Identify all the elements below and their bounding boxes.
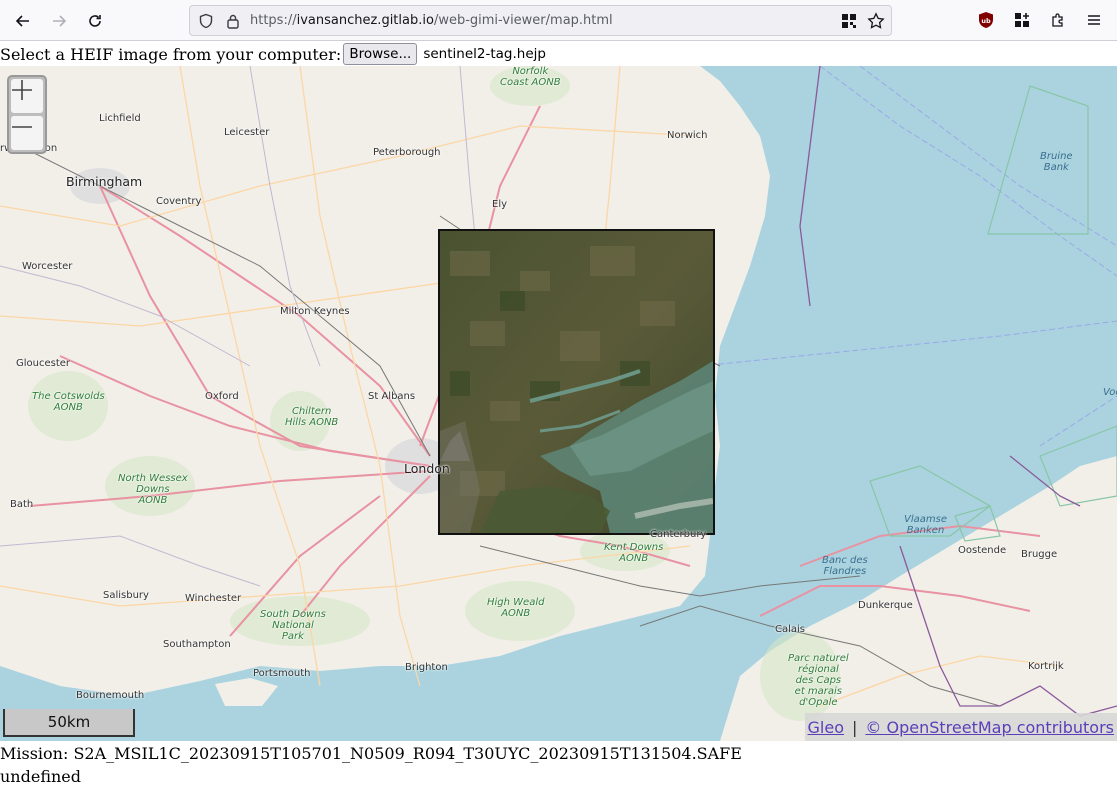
- extra-info: undefined: [0, 767, 82, 786]
- map-viewport[interactable]: Lichfield Leicester Peterborough Norwich…: [0, 66, 1117, 741]
- url-bar[interactable]: https://ivansanchez.gitlab.io/web-gimi-v…: [189, 5, 892, 36]
- place-label: Norwich: [667, 130, 708, 141]
- sea-label: Voo: [1103, 387, 1117, 398]
- place-label: Worcester: [22, 261, 73, 272]
- lock-icon[interactable]: [223, 11, 243, 31]
- ublock-origin-icon[interactable]: ub: [975, 9, 997, 31]
- zoom-control: [7, 75, 47, 154]
- area-label: The Cotswolds AONB: [32, 391, 105, 413]
- place-label: Oostende: [958, 545, 1007, 556]
- svg-text:ub: ub: [981, 17, 991, 25]
- reload-icon[interactable]: [80, 6, 110, 36]
- url-path: /web-gimi-viewer/map.html: [433, 13, 613, 28]
- zoom-in-button[interactable]: [11, 79, 43, 113]
- star-icon[interactable]: [866, 11, 886, 31]
- plus-icon: [12, 80, 32, 100]
- place-label: Bournemouth: [76, 690, 145, 701]
- place-label: London: [404, 461, 450, 476]
- mission-info: Mission: S2A_MSIL1C_20230915T105701_N050…: [0, 744, 742, 763]
- place-label: Calais: [775, 624, 806, 635]
- place-label: Kortrijk: [1028, 661, 1064, 672]
- place-label: Dunkerque: [858, 600, 913, 611]
- hamburger-menu-icon[interactable]: [1083, 9, 1105, 31]
- forward-arrow-icon[interactable]: [44, 6, 74, 36]
- zoom-out-button[interactable]: [11, 116, 43, 150]
- place-label: Oxford: [205, 391, 239, 402]
- url-scheme: https://: [250, 13, 297, 28]
- qr-code-icon[interactable]: [839, 11, 859, 31]
- file-input-row: Select a HEIF image from your computer: …: [0, 43, 546, 65]
- back-arrow-icon[interactable]: [8, 6, 38, 36]
- place-label: Bath: [10, 499, 34, 510]
- selected-file-name: sentinel2-tag.hejp: [423, 46, 546, 62]
- sentinel2-image: [440, 231, 713, 533]
- place-label: Lichfield: [99, 113, 141, 124]
- place-label: Portsmouth: [253, 668, 311, 679]
- place-label: Winchester: [185, 593, 242, 604]
- place-label: St Albans: [368, 391, 416, 402]
- area-label: South Downs National Park: [260, 609, 326, 642]
- county-boundaries: [0, 66, 481, 587]
- place-label: Birmingham: [66, 174, 143, 189]
- place-label: Coventry: [156, 196, 202, 207]
- file-input-label: Select a HEIF image from your computer:: [0, 44, 342, 64]
- satellite-image-overlay: [438, 229, 715, 535]
- place-label: Leicester: [224, 127, 270, 138]
- area-label: North Wessex Downs AONB: [118, 473, 188, 506]
- gleo-link[interactable]: Gleo: [808, 718, 844, 737]
- area-label: Kent Downs AONB: [604, 542, 664, 564]
- puzzle-icon[interactable]: [1047, 9, 1069, 31]
- minus-icon: [12, 126, 32, 128]
- area-label: High Weald AONB: [487, 597, 545, 619]
- extensions-grid-icon[interactable]: [1011, 9, 1033, 31]
- area-label: Norfolk Coast AONB: [500, 66, 561, 88]
- area-label: Parc naturel régional des Caps et marais…: [788, 653, 849, 708]
- place-label: Ely: [492, 199, 508, 210]
- attribution-separator: |: [852, 717, 858, 737]
- url-host: ivansanchez.gitlab.io: [296, 13, 434, 28]
- browser-toolbar: https://ivansanchez.gitlab.io/web-gimi-v…: [0, 0, 1117, 41]
- sea-label: Vlaamse Banken: [904, 514, 947, 536]
- scale-bar: 50km: [3, 709, 135, 737]
- map-attribution: Gleo | © OpenStreetMap contributors: [804, 713, 1117, 741]
- place-label: Peterborough: [373, 147, 441, 158]
- place-label: Canterbury: [650, 529, 707, 540]
- place-label: Milton Keynes: [280, 306, 350, 317]
- browse-button[interactable]: Browse...: [343, 43, 418, 65]
- place-label: Gloucester: [16, 358, 71, 369]
- place-label: Southampton: [163, 639, 231, 650]
- area-label: Chiltern Hills AONB: [285, 406, 339, 428]
- place-label: Brighton: [405, 662, 448, 673]
- place-label: Brugge: [1021, 549, 1058, 560]
- osm-link[interactable]: © OpenStreetMap contributors: [865, 718, 1114, 737]
- url-text[interactable]: https://ivansanchez.gitlab.io/web-gimi-v…: [250, 13, 613, 28]
- sea-label: Bruine Bank: [1040, 151, 1073, 173]
- sea-label: Banc des Flandres: [822, 555, 868, 577]
- tracking-protection-shield-icon[interactable]: [196, 11, 216, 31]
- place-label: Salisbury: [103, 590, 149, 601]
